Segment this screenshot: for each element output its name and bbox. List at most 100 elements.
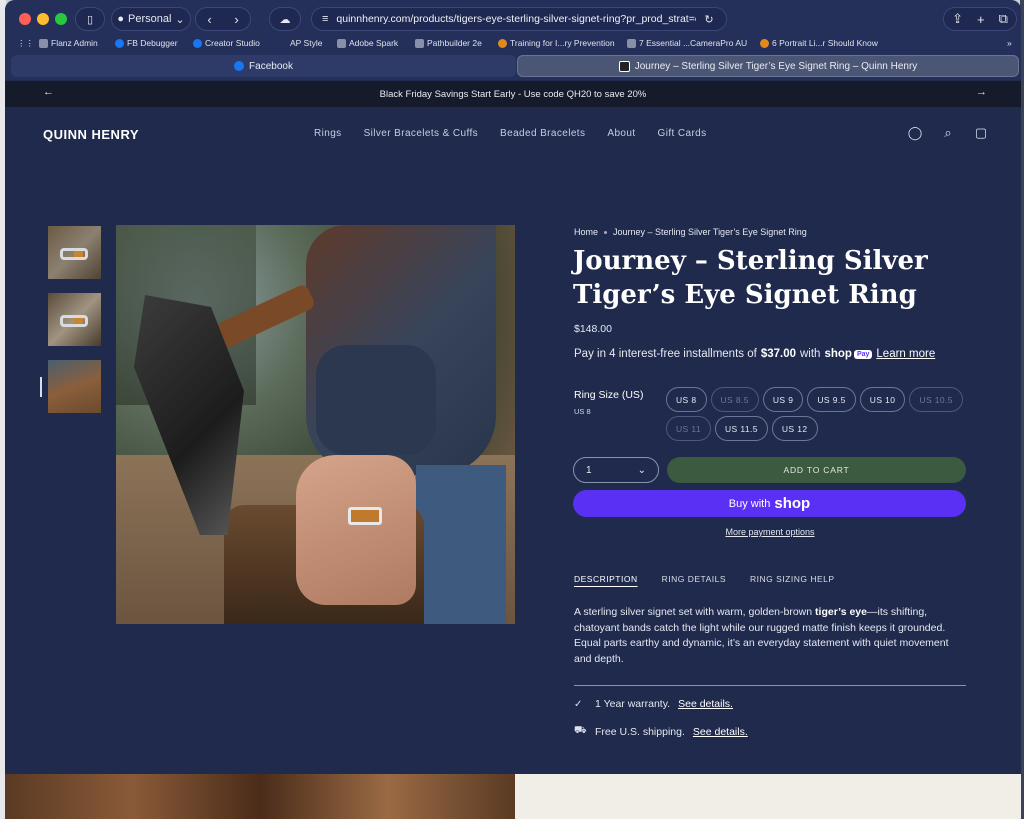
zoom-window-button[interactable]	[55, 13, 67, 25]
header-icons: ◯ ⌕ ▢	[907, 125, 989, 141]
page-menu-icon: ≡	[322, 13, 329, 25]
minimize-window-button[interactable]	[37, 13, 49, 25]
warranty-text: 1 Year warranty.	[595, 698, 671, 710]
sidebar-toggle-button[interactable]: ▯	[75, 7, 105, 31]
thumbnail-3[interactable]	[48, 360, 101, 413]
warranty-see-details-link[interactable]: See details.	[678, 698, 733, 710]
reload-icon[interactable]: ↻	[704, 13, 713, 26]
ring-size-options: US 8 US 8.5 US 9 US 9.5 US 10 US 10.5 US…	[666, 387, 976, 441]
new-tab-icon[interactable]: +	[977, 12, 985, 27]
shop-pay-tag: Pay	[853, 349, 873, 359]
add-to-cart-button[interactable]: ADD TO CART	[667, 457, 966, 483]
wood-chips-image	[5, 774, 515, 819]
site-logo[interactable]: QUINN HENRY	[43, 127, 139, 142]
bookmark-pathbuilder[interactable]: Pathbuilder 2e	[415, 38, 482, 48]
size-us-12[interactable]: US 12	[771, 416, 818, 441]
bookmark-ap-style[interactable]: AP Style	[290, 38, 322, 48]
arrow-left-icon[interactable]: ←	[43, 86, 54, 98]
product-title: Journey – Sterling Silver Tiger’s Eye Si…	[573, 246, 928, 310]
bookmark-portrait[interactable]: 6 Portrait Li...r Should Know	[760, 38, 878, 48]
facebook-icon	[234, 61, 245, 71]
installment-amount: $37.00	[760, 348, 796, 360]
product-page: QUINN HENRY Rings Silver Bracelets & Cuf…	[5, 107, 1021, 774]
size-us-10-5[interactable]: US 10.5	[909, 387, 963, 412]
more-payment-options-link[interactable]: More payment options	[574, 527, 966, 537]
shipping-see-details-link[interactable]: See details.	[693, 726, 748, 738]
tab-ring-details[interactable]: RING DETAILS	[662, 574, 726, 584]
divider	[574, 685, 966, 686]
quantity-value: 1	[586, 464, 592, 476]
shipping-perk: ⛟ Free U.S. shipping. See details.	[574, 725, 748, 738]
close-window-button[interactable]	[19, 13, 31, 25]
thumbnail-2[interactable]	[48, 293, 101, 346]
size-us-8-5[interactable]: US 8.5	[710, 387, 759, 412]
announcement-bar: ← Black Friday Savings Start Early - Use…	[5, 81, 1021, 107]
nav-gift-cards[interactable]: Gift Cards	[658, 128, 707, 139]
thumbnail-selected-indicator	[40, 377, 42, 397]
cloud-icon: ☁	[279, 13, 291, 26]
tab-overview-icon[interactable]: ⧉	[999, 11, 1008, 27]
nav-silver-bracelets[interactable]: Silver Bracelets & Cuffs	[364, 128, 478, 139]
tab-facebook[interactable]: Facebook	[11, 55, 516, 77]
bookmark-training[interactable]: Training for I...ry Prevention	[498, 38, 615, 48]
ring-image	[60, 248, 88, 260]
buy-with-shop-button[interactable]: Buy with shop	[573, 490, 966, 517]
apps-grid-icon[interactable]: ⋮⋮	[17, 38, 34, 49]
arrow-right-icon[interactable]: →	[976, 86, 987, 98]
checkmark-icon: ✓	[574, 698, 583, 710]
learn-more-link[interactable]: Learn more	[876, 348, 935, 360]
product-price: $148.00	[574, 323, 612, 335]
main-navigation: Rings Silver Bracelets & Cuffs Beaded Br…	[314, 128, 707, 139]
nav-rings[interactable]: Rings	[314, 128, 342, 139]
bookmarks-overflow-icon[interactable]: »	[1007, 38, 1012, 48]
bookmark-adobe-spark[interactable]: Adobe Spark	[337, 38, 398, 48]
icloud-tabs-button[interactable]: ☁	[269, 7, 301, 31]
account-icon[interactable]: ◯	[907, 125, 923, 141]
url-text: quinnhenry.com/products/tigers-eye-sterl…	[336, 13, 697, 25]
size-us-11-5[interactable]: US 11.5	[715, 416, 768, 441]
size-us-10[interactable]: US 10	[859, 387, 906, 412]
size-us-8[interactable]: US 8	[666, 387, 707, 412]
nav-beaded-bracelets[interactable]: Beaded Bracelets	[500, 128, 585, 139]
tab-title: Facebook	[249, 60, 293, 72]
chevron-down-icon: ⌄	[175, 13, 185, 26]
history-navigation: ‹ ›	[195, 7, 251, 31]
profile-button[interactable]: ● Personal ⌄	[111, 7, 191, 31]
person-icon: ●	[117, 13, 124, 25]
bookmark-favicon-icon	[627, 38, 636, 48]
size-us-11[interactable]: US 11	[666, 416, 711, 441]
bookmark-label: Creator Studio	[205, 38, 260, 48]
breadcrumb: Home Journey – Sterling Silver Tiger’s E…	[574, 227, 807, 237]
quantity-select[interactable]: 1 ⌄	[573, 457, 659, 483]
description-text: A sterling silver signet set with warm, …	[574, 606, 816, 618]
truck-icon: ⛟	[574, 725, 587, 736]
tab-description[interactable]: DESCRIPTION	[574, 574, 638, 584]
thumbnail-1[interactable]	[48, 226, 101, 279]
bookmark-creator-studio[interactable]: Creator Studio	[193, 38, 260, 48]
browser-window: ▯ ● Personal ⌄ ‹ › ☁ ≡ quinnhenry.com/pr…	[5, 0, 1021, 819]
shop-pay-installments: Pay in 4 interest-free installments of $…	[574, 348, 935, 360]
back-button[interactable]: ‹	[196, 12, 223, 27]
address-bar[interactable]: ≡ quinnhenry.com/products/tigers-eye-ste…	[311, 7, 727, 31]
cart-icon[interactable]: ▢	[973, 125, 989, 141]
tab-ring-sizing-help[interactable]: RING SIZING HELP	[750, 574, 835, 584]
bookmark-label: Flanz Admin	[51, 38, 98, 48]
nav-about[interactable]: About	[607, 128, 635, 139]
buy-with-label: Buy with	[728, 497, 771, 510]
share-icon[interactable]: ⇪	[952, 11, 963, 27]
next-section-preview	[5, 774, 1021, 819]
bookmark-fb-debugger[interactable]: FB Debugger	[115, 38, 178, 48]
forward-button[interactable]: ›	[223, 12, 250, 27]
breadcrumb-current: Journey – Sterling Silver Tiger’s Eye Si…	[613, 227, 807, 237]
bookmark-flanz-admin[interactable]: Flanz Admin	[39, 38, 98, 48]
bookmark-camerapro[interactable]: 7 Essential ...CameraPro AU	[627, 38, 747, 48]
breadcrumb-home[interactable]: Home	[574, 227, 598, 237]
tab-product[interactable]: Journey – Sterling Silver Tiger’s Eye Si…	[517, 55, 1019, 77]
size-us-9-5[interactable]: US 9.5	[807, 387, 856, 412]
search-icon[interactable]: ⌕	[940, 125, 956, 141]
tab-title: Journey – Sterling Silver Tiger’s Eye Si…	[634, 60, 918, 72]
size-us-9[interactable]: US 9	[762, 387, 804, 412]
announcement-text: Black Friday Savings Start Early - Use c…	[379, 88, 647, 100]
product-hero-image[interactable]	[116, 225, 515, 624]
ring-image	[60, 315, 88, 327]
